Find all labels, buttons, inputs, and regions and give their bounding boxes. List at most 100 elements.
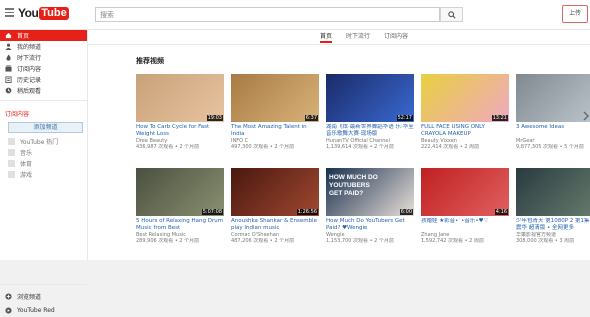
video-meta: 436,987 次观看 • 2 个月前 — [136, 144, 224, 150]
history-icon — [5, 76, 12, 83]
feed-tabs: 首页 时下流行 订阅内容 — [320, 30, 422, 44]
subscription-channel[interactable]: YouTube 热门 — [0, 136, 87, 147]
video-card[interactable]: 6:37The Most Amazing Talent in IndiaINFO… — [231, 74, 319, 150]
subscription-channel[interactable]: 音乐 — [0, 147, 87, 158]
video-meta: 1,139,614 次观看 • 2 个月前 — [326, 144, 414, 150]
search-input[interactable]: 搜索 — [95, 7, 440, 22]
feed-tab[interactable]: 时下流行 — [346, 30, 370, 43]
video-duration: 5:07:08 — [202, 209, 223, 215]
video-card[interactable]: 1:26:56 Anoushka Shankar & Ensemble play … — [231, 168, 319, 244]
video-card[interactable]: 4:16孩婚娃 ★影音•ˇ•音乐•♥♡Zhang Jane1,592,742 次… — [421, 168, 509, 244]
channel-avatar — [8, 138, 15, 145]
video-duration: 4:16 — [495, 209, 508, 215]
sidebar-item[interactable]: 订阅内容 — [0, 63, 87, 74]
video-title[interactable]: 湖南飞炫·最新世界舞蹈华语 乐·华至音乐歌舞大赛·现场版 — [326, 124, 414, 137]
video-meta: 9,877,305 次观看 • 5 个月前 — [516, 144, 590, 150]
video-thumbnail[interactable]: HOW MUCH DOYOUTUBERSGET PAID? 6:00 — [326, 168, 414, 216]
sidebar-item[interactable]: 时下流行 — [0, 52, 87, 63]
video-thumbnail[interactable]: 6:09 — [516, 74, 590, 122]
youtube-logo[interactable]: You Tube — [18, 5, 69, 21]
video-title[interactable]: 少年包青天 第1080P 2 第1集 欧阳震华 超清版 • 全网更多 — [516, 218, 590, 231]
thumbnail-caption-line: HOW MUCH DO — [329, 174, 381, 182]
shelf-next-arrow[interactable] — [582, 108, 590, 122]
video-title[interactable]: FULL FACE USING ONLY CRAYOLA MAKEUP — [421, 124, 509, 137]
feed-tab[interactable]: 订阅内容 — [384, 30, 408, 43]
video-thumbnail[interactable]: 4:16 — [421, 168, 509, 216]
sidebar-item-label: YouTube Red — [17, 307, 55, 314]
video-meta: 1,153,700 次观看 • 2 个月前 — [326, 238, 414, 244]
video-thumbnail[interactable] — [516, 168, 590, 216]
sidebar-item-label: 浏览频道 — [17, 292, 41, 301]
channel-avatar — [8, 160, 15, 167]
video-meta: 289,906 次观看 • 2 个月前 — [136, 238, 224, 244]
video-meta: 497,300 次观看 • 2 个月前 — [231, 144, 319, 150]
sidebar-item[interactable]: 稍后观看 — [0, 85, 87, 96]
sidebar-divider — [0, 284, 87, 285]
menu-icon[interactable] — [5, 8, 14, 17]
subscription-channel[interactable]: 游戏 — [0, 169, 87, 180]
video-duration: 6:37 — [305, 115, 318, 121]
sidebar-item[interactable]: 历史记录 — [0, 74, 87, 85]
sidebar-spacer — [0, 180, 87, 280]
sidebar: 首页我的频道时下流行订阅内容历史记录稍后观看 订阅内容 添加频道 YouTube… — [0, 30, 88, 260]
channel-avatar — [8, 149, 15, 156]
video-thumbnail[interactable]: 19:03 — [136, 74, 224, 122]
sidebar-item[interactable]: 首页 — [0, 30, 87, 41]
video-card[interactable]: 少年包青天 第1080P 2 第1集 欧阳震华 超清版 • 全网更多华策影视官方… — [516, 168, 590, 244]
video-thumbnail[interactable]: 5:07:08 — [136, 168, 224, 216]
video-card[interactable]: 13:21 FULL FACE USING ONLY CRAYOLA MAKEUP… — [421, 74, 509, 150]
sidebar-item-label: 时下流行 — [17, 53, 41, 62]
video-title[interactable]: 3 Awesome Ideas — [516, 124, 590, 137]
main-content: 首页时下流行订阅内容 推荐视频 19:03How To Carb Cycle f… — [88, 30, 590, 260]
video-title[interactable]: The Most Amazing Talent in India — [231, 124, 319, 137]
plus-circle-icon — [5, 293, 12, 300]
sidebar-item-label: 历史记录 — [17, 75, 41, 84]
sidebar-bottom-item[interactable]: YouTube Red — [0, 303, 87, 317]
channel-avatar — [8, 171, 15, 178]
video-card[interactable]: 52:17湖南飞炫·最新世界舞蹈华语 乐·华至音乐歌舞大赛·现场版HunanTV… — [326, 74, 414, 150]
sidebar-item-label: 我的频道 — [17, 42, 41, 51]
thumbnail-caption-line: YOUTUBERS — [329, 182, 381, 190]
video-thumbnail[interactable]: 13:21 — [421, 74, 509, 122]
sidebar-bottom-item[interactable]: 浏览频道 — [0, 289, 87, 303]
video-thumbnail[interactable]: 1:26:56 — [231, 168, 319, 216]
search-button[interactable] — [440, 7, 463, 22]
logo-you-text: You — [18, 6, 38, 20]
video-card[interactable]: HOW MUCH DOYOUTUBERSGET PAID? 6:00 How Muc… — [326, 168, 414, 244]
video-title[interactable]: How To Carb Cycle for Fast Weight Loss — [136, 124, 224, 137]
flame-icon — [5, 54, 12, 61]
subscriptions-heading: 订阅内容 — [0, 105, 87, 120]
video-duration: 6:00 — [400, 209, 413, 215]
upload-button[interactable]: 上传 — [562, 5, 588, 23]
user-icon — [5, 43, 12, 50]
video-meta: 1,592,742 次观看 • 2 周前 — [421, 238, 509, 244]
thumbnail-caption: HOW MUCH DOYOUTUBERSGET PAID? — [329, 174, 381, 198]
home-icon — [5, 32, 12, 39]
video-thumbnail[interactable]: 52:17 — [326, 74, 414, 122]
video-meta: 308,000 次观看 • 3 周前 — [516, 238, 590, 244]
channel-name: 音乐 — [20, 148, 32, 157]
browse-channels-button[interactable]: 添加频道 — [8, 122, 83, 133]
video-title[interactable]: Anoushka Shankar & Ensemble play Indian … — [231, 218, 319, 231]
video-card[interactable]: 6:093 Awesome IdeasMrGear9,877,305 次观看 •… — [516, 74, 590, 150]
video-duration: 52:17 — [397, 115, 413, 121]
top-bar: You Tube 搜索 上传 — [0, 0, 590, 30]
logo-tube-text: Tube — [39, 7, 68, 20]
chevron-right-icon — [582, 109, 590, 123]
video-card[interactable]: 5:07:08 5 Hours of Relaxing Hang Drum Mus… — [136, 168, 224, 244]
sidebar-divider — [0, 100, 87, 101]
sidebar-item-label: 首页 — [17, 31, 29, 40]
subscription-channel[interactable]: 体育 — [0, 158, 87, 169]
sidebar-item[interactable]: 我的频道 — [0, 41, 87, 52]
feed-tab[interactable]: 首页 — [320, 30, 332, 43]
video-duration: 13:21 — [492, 115, 508, 121]
video-card[interactable]: 19:03 How To Carb Cycle for Fast Weight L… — [136, 74, 224, 150]
video-title[interactable]: How Much Do YouTubers Get Paid? ♥Wengie — [326, 218, 414, 231]
video-title[interactable]: 孩婚娃 ★影音•ˇ•音乐•♥♡ — [421, 218, 509, 231]
thumbnail-caption-line: GET PAID? — [329, 190, 381, 198]
video-duration: 1:26:56 — [297, 209, 318, 215]
video-thumbnail[interactable]: 6:37 — [231, 74, 319, 122]
video-title[interactable]: 5 Hours of Relaxing Hang Drum Music from… — [136, 218, 224, 231]
video-duration: 19:03 — [207, 115, 223, 121]
video-meta: 487,206 次观看 • 2 个月前 — [231, 238, 319, 244]
